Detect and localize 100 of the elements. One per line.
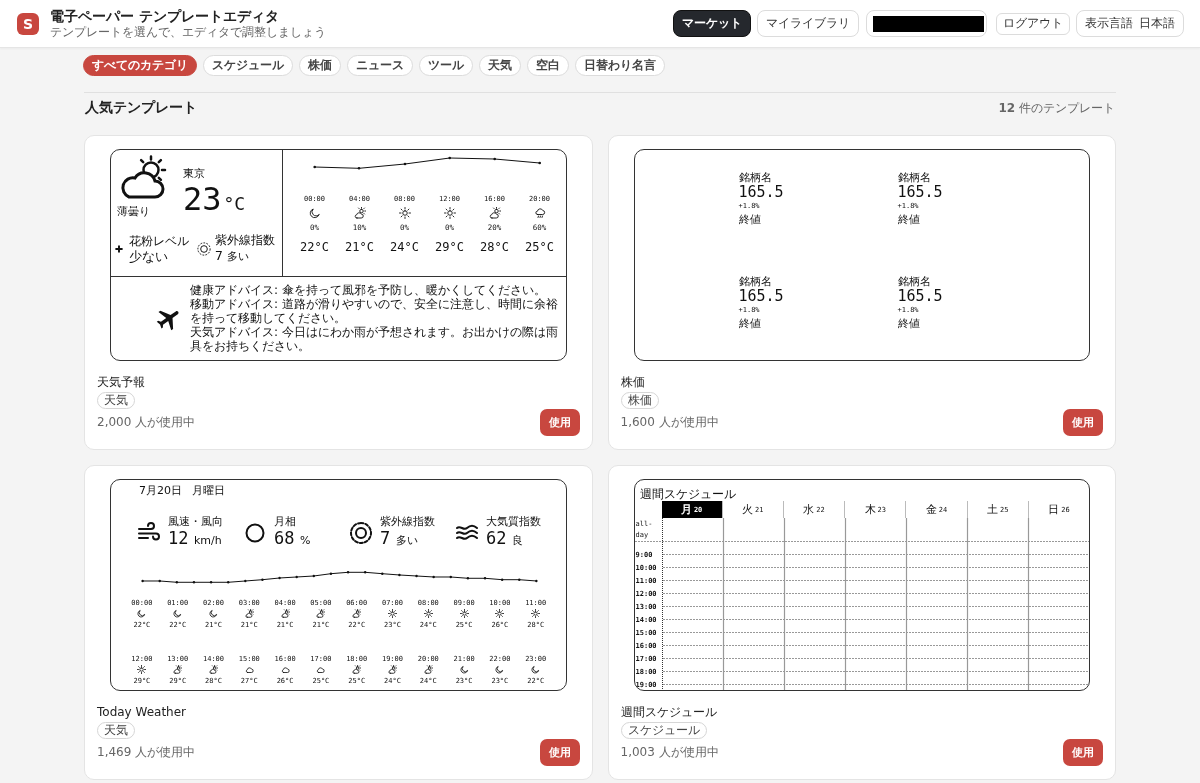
use-button[interactable]: 使用 (539, 739, 580, 766)
template-name: 週間スケジュール (620, 704, 717, 720)
stock-note: 終値 (897, 317, 920, 330)
pollen-value: 少ない (129, 247, 169, 265)
language-button[interactable]: 表示言語 日本語 (1076, 10, 1184, 37)
logout-button[interactable]: ログアウト (996, 12, 1070, 35)
usage-count: 1,469 人が使用中 (97, 744, 196, 760)
template-count: 12 件のテンプレート (998, 99, 1115, 117)
ring-icon (243, 521, 267, 545)
pollen-label: 花粉レベル (129, 233, 189, 248)
metric-label: 大気質指数 (486, 515, 541, 528)
category-chip[interactable]: 天気 (479, 55, 521, 76)
sun-icon (495, 609, 505, 618)
cloud-sun-icon (244, 609, 254, 618)
category-chip[interactable]: 空白 (527, 55, 569, 76)
cloud-sun-icon (423, 665, 433, 674)
sun-icon (197, 242, 211, 256)
moon-icon (173, 609, 183, 618)
sun-icon (423, 609, 433, 618)
sun-icon (398, 207, 411, 219)
sun-icon (459, 609, 469, 618)
hour-temperature: 22°C (300, 240, 329, 254)
stock-name: 銘柄名 (738, 171, 772, 184)
usage-count: 2,000 人が使用中 (97, 414, 196, 430)
weekday-text: 月曜日 (192, 485, 225, 497)
metric-value: 62 良 (486, 528, 524, 550)
cloud-sun-icon (280, 609, 290, 618)
date-text: 7月20日 (139, 485, 182, 497)
app-title: 電子ペーパー テンプレートエディタ (50, 7, 280, 25)
moon-icon (209, 609, 218, 618)
cloud-sun-icon (316, 609, 326, 618)
rain-cloud-icon (533, 207, 546, 219)
moon-icon (495, 665, 505, 674)
stock-price: 165.5 (897, 184, 943, 201)
metric-label: 月相 (274, 515, 297, 528)
stock-price: 165.5 (738, 184, 784, 201)
category-chip[interactable]: スケジュール (203, 55, 293, 76)
city-name: 東京 (183, 167, 206, 180)
hour-temperature: 21°C (345, 240, 374, 254)
sun-icon (531, 609, 541, 618)
cloud-sun-icon (352, 609, 362, 618)
temperature: 23°C (183, 184, 246, 219)
stock-name: 銘柄名 (738, 275, 772, 288)
stock-name: 銘柄名 (897, 171, 931, 184)
nav-button[interactable]: マーケット (673, 10, 751, 37)
use-button[interactable]: 使用 (1063, 739, 1103, 766)
nav-button[interactable]: マイライブラリ (757, 10, 859, 37)
sun-icon (137, 665, 147, 674)
metric-label: 紫外線指数 (380, 515, 435, 528)
cloud-sun-icon (352, 665, 362, 674)
uv-label: 紫外線指数 (215, 233, 275, 247)
schedule-title: 週間スケジュール (638, 487, 737, 501)
metric-value: 12 km/h (168, 528, 223, 550)
stock-note: 終値 (897, 213, 920, 226)
category-chip[interactable]: 株価 (299, 55, 341, 76)
stock-note: 終値 (738, 317, 761, 330)
stock-price: 165.5 (897, 288, 943, 305)
app-subtitle: テンプレートを選んで、エディタで調整しましょう (50, 24, 326, 40)
hour-temperature: 29°C (435, 240, 464, 254)
template-name: 天気予報 (97, 374, 145, 390)
sun-icon (443, 207, 456, 219)
cloud-icon (316, 665, 326, 674)
metric-label: 風速・風向 (168, 515, 223, 528)
hour-temperature: 28°C (480, 240, 509, 254)
cloud-sun-icon (387, 665, 397, 674)
condition-text: 薄曇り (117, 205, 151, 218)
metric-value: 7 多い (380, 528, 419, 550)
advice-text: 健康アドバイス: 傘を持って風邪を予防し、暖かくしてください。 (190, 283, 547, 298)
moon-icon (308, 207, 321, 219)
category-chip[interactable]: 日替わり名言 (575, 55, 665, 76)
advice-text: 天気アドバイス: 今日はにわか雨が予想されます。お出かけの際は雨具をお持ちください。 (190, 326, 559, 354)
hour-temperature: 25°C (525, 240, 554, 254)
metric-value: 68 % (274, 528, 311, 550)
moon-icon (137, 609, 147, 618)
category-chip[interactable]: ニュース (347, 55, 413, 76)
cloud-sun-icon (173, 665, 183, 674)
uv-value: 7 多い (215, 247, 250, 265)
template-name: 株価 (620, 374, 645, 390)
stock-name: 銘柄名 (897, 275, 931, 288)
sun-icon (387, 609, 397, 618)
usage-count: 1,003 人が使用中 (620, 744, 719, 760)
category-chip[interactable]: すべてのカテゴリ (83, 55, 197, 76)
use-button[interactable]: 使用 (1063, 409, 1103, 436)
cloud-icon (244, 665, 254, 674)
cloud-icon (280, 665, 290, 674)
cloud-sun-icon (353, 207, 366, 219)
moon-icon (459, 665, 469, 674)
category-chip[interactable]: ツール (419, 55, 473, 76)
use-button[interactable]: 使用 (539, 409, 580, 436)
section-title: 人気テンプレート (85, 99, 197, 117)
cloud-sun-icon (209, 665, 218, 674)
stock-price: 165.5 (738, 288, 784, 305)
stock-note: 終値 (738, 213, 761, 226)
cloud-sun-icon (488, 207, 501, 219)
advice-text: 移動アドバイス: 道路が滑りやすいので、安全に注意し、時間に余裕を持って移動してください。 (190, 298, 559, 326)
sun-icon (349, 521, 373, 545)
app-logo: S (17, 12, 39, 35)
template-name: Today Weather (97, 704, 187, 720)
plus-icon (115, 245, 123, 253)
hour-temperature: 24°C (390, 240, 419, 254)
